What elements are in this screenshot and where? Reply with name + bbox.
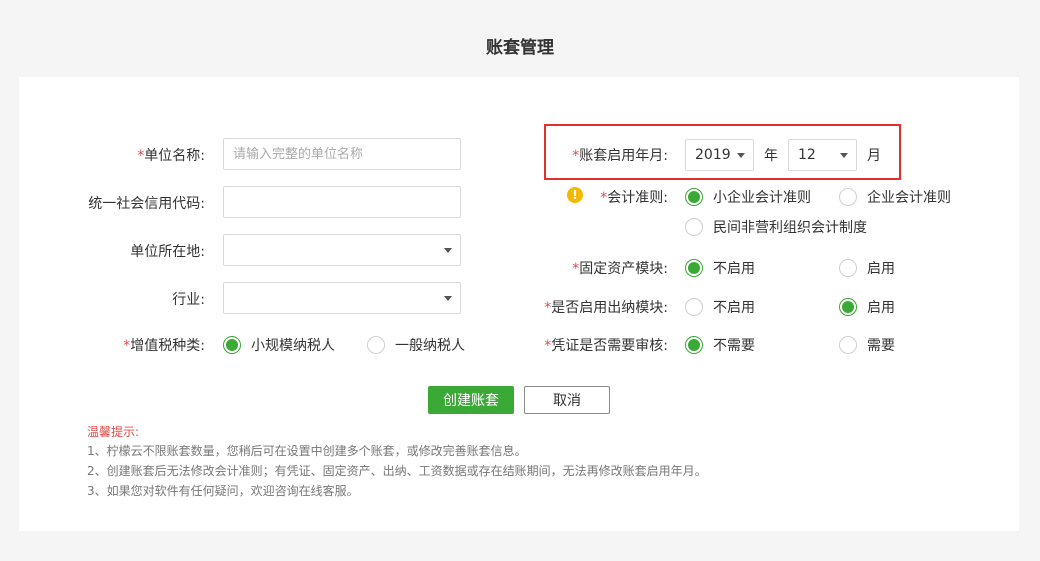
standard-nonprofit-radio[interactable]: 民间非营利组织会计制度 [685,217,867,237]
radio-checked-icon [839,298,857,316]
standard-small-enterprise-radio[interactable]: 小企业会计准则 [685,187,811,207]
cashier-on-radio[interactable]: 启用 [839,297,895,317]
accounting-standard-label: *会计准则: [600,190,668,206]
tip-item: 2、创建账套后无法修改会计准则；有凭证、固定资产、出纳、工资数据或存在结账期间，… [87,464,707,478]
unit-name-input[interactable] [223,138,461,170]
credit-code-input[interactable] [223,186,461,218]
start-period-label: *账套启用年月: [572,148,668,164]
radio-checked-icon [223,336,241,354]
radio-unchecked-icon [839,259,857,277]
year-select[interactable]: 2019 [685,139,754,171]
cashier-label: *是否启用出纳模块: [544,300,668,316]
chevron-down-icon [737,153,745,158]
cancel-button[interactable]: 取消 [524,386,610,414]
fixed-assets-off-radio[interactable]: 不启用 [685,258,755,278]
standard-enterprise-radio[interactable]: 企业会计准则 [839,187,951,207]
month-unit-label: 月 [867,148,881,164]
voucher-review-label: *凭证是否需要审核: [544,338,668,354]
radio-checked-icon [685,336,703,354]
vat-small-scale-radio[interactable]: 小规模纳税人 [223,335,335,355]
cashier-off-radio[interactable]: 不启用 [685,297,755,317]
fixed-assets-label: *固定资产模块: [572,261,668,277]
create-account-set-button[interactable]: 创建账套 [428,386,514,414]
chevron-down-icon [444,248,452,253]
radio-checked-icon [685,188,703,206]
page-title: 账套管理 [486,38,554,58]
tip-item: 3、如果您对软件有任何疑问，欢迎咨询在线客服。 [87,484,359,498]
unit-name-label: *单位名称: [137,148,205,164]
location-label: 单位所在地: [130,244,205,260]
location-select[interactable] [223,234,461,266]
year-unit-label: 年 [764,148,778,164]
voucher-review-no-radio[interactable]: 不需要 [685,335,755,355]
credit-code-label: 统一社会信用代码: [88,196,205,212]
radio-unchecked-icon [685,298,703,316]
radio-unchecked-icon [685,218,703,236]
radio-unchecked-icon [367,336,385,354]
industry-select[interactable] [223,282,461,314]
chevron-down-icon [840,153,848,158]
vat-type-label: *增值税种类: [123,338,205,354]
industry-label: 行业: [172,292,205,308]
month-select[interactable]: 12 [788,139,857,171]
vat-general-radio[interactable]: 一般纳税人 [367,335,465,355]
tips-title: 温馨提示: [87,425,140,439]
fixed-assets-on-radio[interactable]: 启用 [839,258,895,278]
voucher-review-yes-radio[interactable]: 需要 [839,335,895,355]
tip-item: 1、柠檬云不限账套数量，您稍后可在设置中创建多个账套，或修改完善账套信息。 [87,444,527,458]
radio-unchecked-icon [839,336,857,354]
radio-unchecked-icon [839,188,857,206]
radio-checked-icon [685,259,703,277]
chevron-down-icon [444,296,452,301]
